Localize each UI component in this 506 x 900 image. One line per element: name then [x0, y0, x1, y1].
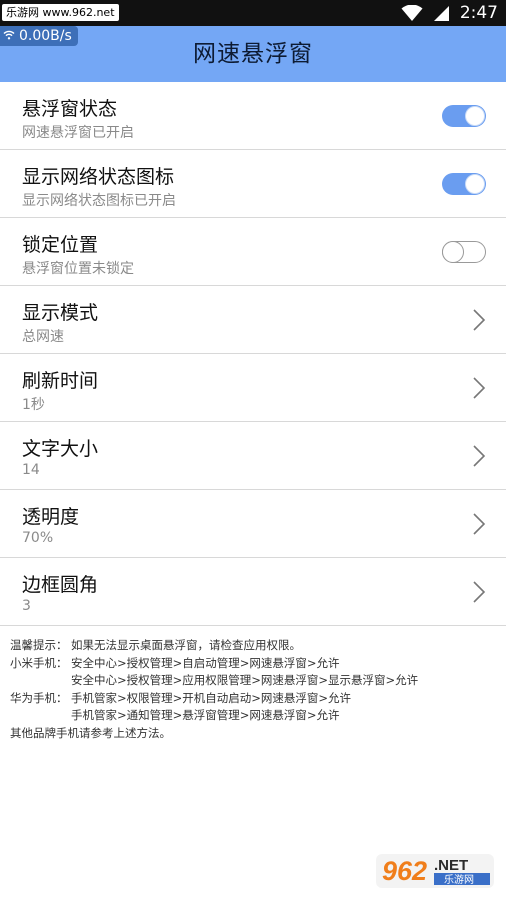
tip-line: 安全中心>授权管理>应用权限管理>网速悬浮窗>显示悬浮窗>允许 — [10, 672, 500, 690]
wifi-icon — [3, 26, 15, 46]
setting-title: 透明度 — [22, 506, 80, 528]
status-icons: 2:47 — [401, 0, 498, 26]
chevron-right-icon — [473, 513, 486, 535]
setting-title: 边框圆角 — [22, 574, 99, 596]
setting-refresh-time[interactable]: 刷新时间 1秒 — [0, 354, 506, 422]
tip-text: 手机管家>通知管理>悬浮窗管理>网速悬浮窗>允许 — [71, 708, 340, 722]
setting-network-icon[interactable]: 显示网络状态图标 显示网络状态图标已开启 — [0, 150, 506, 218]
chevron-right-icon — [473, 581, 486, 603]
status-bar: 乐游网 www.962.net 2:47 — [0, 0, 506, 26]
wifi-icon — [401, 4, 423, 22]
setting-title: 显示模式 — [22, 302, 99, 324]
setting-transparency[interactable]: 透明度 70% — [0, 490, 506, 558]
setting-title: 锁定位置 — [22, 234, 99, 256]
setting-subtitle: 总网速 — [22, 329, 64, 345]
tips-section: 温馨提示： 如果无法显示桌面悬浮窗，请检查应用权限。 小米手机： 安全中心>授权… — [10, 637, 500, 742]
top-watermark: 乐游网 www.962.net — [2, 4, 119, 21]
setting-lock-position[interactable]: 锁定位置 悬浮窗位置未锁定 — [0, 218, 506, 286]
setting-text-size[interactable]: 文字大小 14 — [0, 422, 506, 490]
network-icon-toggle[interactable] — [442, 173, 486, 195]
setting-subtitle: 70% — [22, 530, 54, 546]
watermark-number: 962 — [382, 856, 427, 886]
setting-subtitle: 3 — [22, 598, 31, 614]
setting-title: 显示网络状态图标 — [22, 166, 175, 188]
tip-text: 手机管家>权限管理>开机自动启动>网速悬浮窗>允许 — [71, 690, 352, 705]
watermark-brand: 乐游网 — [444, 873, 474, 886]
tip-label: 小米手机： — [10, 655, 68, 670]
setting-corner-radius[interactable]: 边框圆角 3 — [0, 558, 506, 626]
tip-label: 华为手机： — [10, 690, 68, 705]
toggle-knob — [465, 174, 485, 194]
setting-title: 悬浮窗状态 — [22, 98, 118, 120]
tip-line: 手机管家>通知管理>悬浮窗管理>网速悬浮窗>允许 — [10, 707, 500, 725]
tip-label: 温馨提示： — [10, 638, 68, 652]
setting-subtitle: 1秒 — [22, 397, 45, 413]
tip-text: 其他品牌手机请参考上述方法。 — [10, 725, 171, 740]
tip-line: 温馨提示： 如果无法显示桌面悬浮窗，请检查应用权限。 — [10, 637, 500, 655]
speed-float-window[interactable]: 0.00B/s — [0, 26, 78, 46]
settings-list: 悬浮窗状态 网速悬浮窗已开启 显示网络状态图标 显示网络状态图标已开启 锁定位置… — [0, 82, 506, 626]
tip-text: 安全中心>授权管理>应用权限管理>网速悬浮窗>显示悬浮窗>允许 — [71, 673, 419, 687]
chevron-right-icon — [473, 309, 486, 331]
cell-signal-icon — [433, 5, 450, 22]
setting-float-status[interactable]: 悬浮窗状态 网速悬浮窗已开启 — [0, 82, 506, 150]
setting-display-mode[interactable]: 显示模式 总网速 — [0, 286, 506, 354]
setting-subtitle: 网速悬浮窗已开启 — [22, 125, 134, 141]
tip-text: 如果无法显示桌面悬浮窗，请检查应用权限。 — [71, 638, 301, 652]
setting-title: 刷新时间 — [22, 370, 99, 392]
tip-text: 安全中心>授权管理>自启动管理>网速悬浮窗>允许 — [71, 655, 340, 670]
status-time: 2:47 — [459, 3, 498, 23]
tip-line: 其他品牌手机请参考上述方法。 — [10, 725, 500, 743]
setting-subtitle: 14 — [22, 462, 40, 478]
watermark-logo: 962 .NET 乐游网 — [376, 854, 494, 888]
watermark-domain: .NET — [434, 857, 468, 874]
lock-position-toggle[interactable] — [442, 240, 486, 263]
speed-float-text: 0.00B/s — [19, 28, 72, 44]
tip-line: 华为手机： 手机管家>权限管理>开机自动启动>网速悬浮窗>允许 — [10, 690, 500, 708]
setting-subtitle: 悬浮窗位置未锁定 — [22, 261, 134, 277]
setting-subtitle: 显示网络状态图标已开启 — [22, 193, 176, 209]
toggle-knob — [442, 240, 464, 263]
float-status-toggle[interactable] — [442, 105, 486, 127]
setting-title: 文字大小 — [22, 438, 99, 460]
chevron-right-icon — [473, 377, 486, 399]
toggle-knob — [465, 106, 485, 126]
chevron-right-icon — [473, 445, 486, 467]
tip-line: 小米手机： 安全中心>授权管理>自启动管理>网速悬浮窗>允许 — [10, 655, 500, 673]
